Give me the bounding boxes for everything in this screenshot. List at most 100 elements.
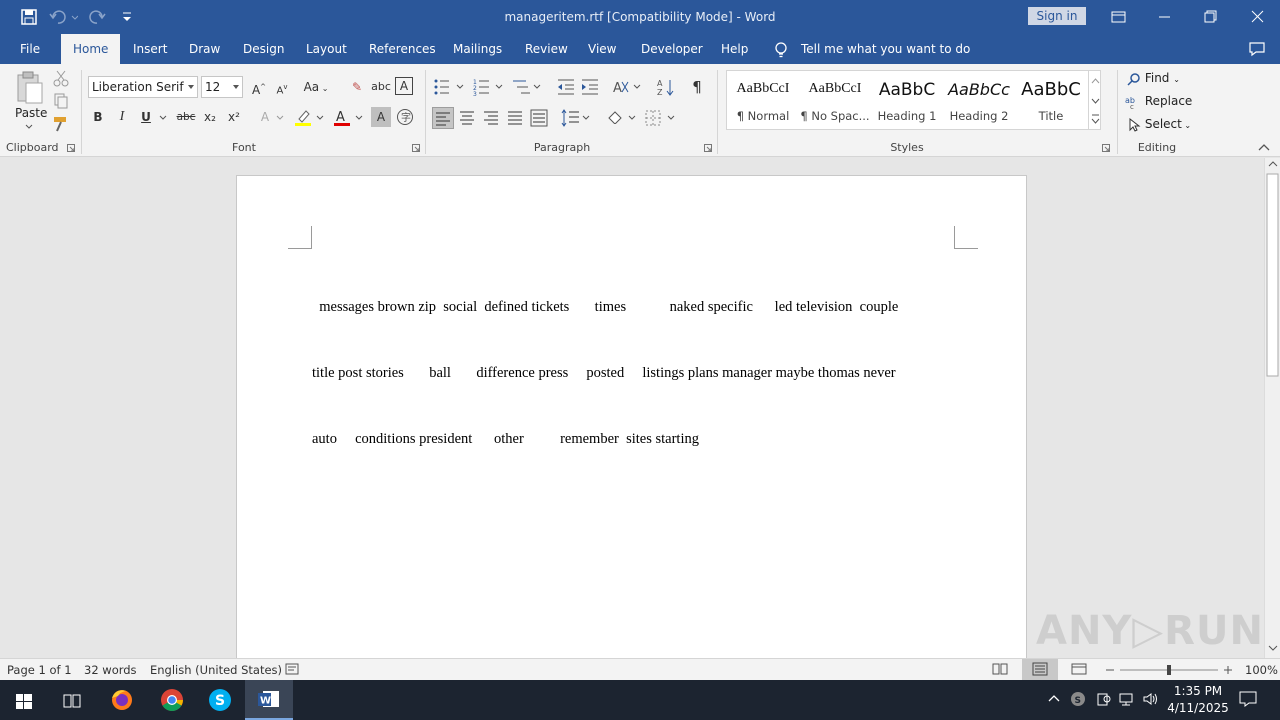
strikethrough-button[interactable]: abc [175, 107, 197, 127]
bullets-icon[interactable] [433, 77, 465, 97]
tab-references[interactable]: References [369, 42, 436, 56]
firefox-icon[interactable] [98, 684, 146, 720]
word-taskbar-icon[interactable]: W [245, 680, 293, 720]
show-formatting-marks-icon[interactable]: ¶ [687, 77, 707, 97]
skype-icon[interactable]: S [196, 684, 244, 720]
chevron-down-icon[interactable] [159, 115, 167, 121]
tab-design[interactable]: Design [243, 42, 284, 56]
show-hidden-icons-icon[interactable] [1047, 692, 1061, 704]
tab-view[interactable]: View [588, 42, 616, 56]
chevron-down-icon[interactable] [276, 115, 284, 121]
tell-me-search[interactable]: Tell me what you want to do [801, 42, 970, 56]
numbering-icon[interactable]: 123 [473, 77, 505, 97]
shrink-font-icon[interactable]: Av [272, 77, 292, 97]
tab-file[interactable]: File [20, 42, 40, 56]
style-no-spacing[interactable]: AaBbCcI ¶ No Spac... [799, 71, 871, 129]
character-shading-icon[interactable]: A [371, 107, 391, 127]
zoom-slider[interactable] [1104, 662, 1234, 678]
sign-in-button[interactable]: Sign in [1028, 7, 1086, 25]
font-launcher-icon[interactable] [412, 144, 421, 153]
justify-icon[interactable] [505, 108, 525, 128]
underline-button[interactable]: U [136, 107, 156, 127]
action-tray-icon[interactable] [1096, 691, 1112, 707]
change-case-button[interactable]: Aa ⌄ [301, 77, 331, 97]
align-center-icon[interactable] [457, 108, 477, 128]
superscript-button[interactable]: x² [224, 107, 244, 127]
tab-home[interactable]: Home [61, 34, 121, 64]
multilevel-list-icon[interactable] [512, 77, 544, 97]
ribbon-display-options-icon[interactable] [1096, 4, 1142, 30]
chevron-down-icon[interactable] [316, 115, 324, 121]
grow-font-icon[interactable]: A^ [249, 77, 269, 97]
accessibility-icon[interactable] [285, 663, 299, 675]
windows-start-icon[interactable] [0, 684, 48, 720]
phonetic-guide-icon[interactable]: abc [371, 77, 391, 97]
clipboard-launcher-icon[interactable] [67, 144, 76, 153]
clock-date[interactable]: 4/11/2025 [1166, 701, 1230, 715]
font-family-select[interactable]: Liberation Serif [88, 76, 198, 98]
bold-button[interactable]: B [88, 107, 108, 127]
zoom-level[interactable]: 100% [1245, 663, 1278, 677]
vertical-scrollbar[interactable] [1264, 158, 1280, 658]
chevron-down-icon[interactable] [355, 115, 363, 121]
clear-formatting-icon[interactable]: ✎ [347, 77, 367, 97]
paste-icon[interactable] [14, 70, 46, 106]
volume-icon[interactable] [1142, 691, 1160, 707]
format-painter-icon[interactable] [51, 114, 71, 134]
line-spacing-icon[interactable] [560, 108, 592, 128]
font-size-select[interactable]: 12 [201, 76, 243, 98]
subscript-button[interactable]: x₂ [200, 107, 220, 127]
style-title[interactable]: AaBbC Title [1015, 71, 1087, 129]
web-layout-icon[interactable] [1071, 662, 1087, 676]
style-normal[interactable]: AaBbCcI ¶ Normal [727, 71, 799, 129]
tab-layout[interactable]: Layout [306, 42, 347, 56]
distributed-icon[interactable] [529, 108, 549, 128]
language[interactable]: English (United States) [150, 663, 282, 677]
tab-draw[interactable]: Draw [189, 42, 220, 56]
tab-developer[interactable]: Developer [641, 42, 703, 56]
close-icon[interactable] [1234, 4, 1280, 30]
cut-icon[interactable] [51, 68, 71, 88]
style-heading-1[interactable]: AaBbC Heading 1 [871, 71, 943, 129]
sort-icon[interactable]: AZ [656, 77, 676, 97]
copy-icon[interactable] [51, 91, 71, 111]
tab-mailings[interactable]: Mailings [453, 42, 502, 56]
word-count[interactable]: 32 words [84, 663, 137, 677]
borders-icon[interactable] [644, 108, 678, 128]
clock-time[interactable]: 1:35 PM [1170, 684, 1226, 698]
highlight-icon[interactable] [293, 107, 313, 127]
style-heading-2[interactable]: AaBbCc Heading 2 [943, 71, 1015, 129]
replace-button[interactable]: ab c Replace [1125, 94, 1192, 109]
styles-launcher-icon[interactable] [1102, 144, 1111, 153]
align-right-icon[interactable] [481, 108, 501, 128]
collapse-ribbon-icon[interactable] [1257, 142, 1271, 152]
character-border-icon[interactable]: A [395, 77, 413, 95]
network-icon[interactable] [1118, 691, 1136, 707]
notifications-icon[interactable] [1238, 690, 1258, 708]
print-layout-button[interactable] [1022, 659, 1058, 680]
comments-icon[interactable] [1248, 40, 1266, 58]
skype-tray-icon[interactable]: S [1070, 691, 1086, 707]
decrease-indent-icon[interactable] [556, 77, 576, 97]
align-left-button[interactable] [432, 107, 454, 129]
read-mode-icon[interactable] [992, 662, 1008, 676]
document-body[interactable]: messages brown zip social defined ticket… [312, 252, 952, 494]
increase-indent-icon[interactable] [580, 77, 600, 97]
minimize-icon[interactable] [1142, 4, 1188, 30]
task-view-icon[interactable] [48, 684, 96, 720]
italic-button[interactable]: I [112, 107, 132, 127]
restore-icon[interactable] [1188, 4, 1234, 30]
chevron-down-icon[interactable] [25, 124, 33, 130]
tab-insert[interactable]: Insert [133, 42, 167, 56]
find-button[interactable]: Find ⌄ [1127, 71, 1180, 86]
asian-layout-icon[interactable]: A [612, 77, 642, 97]
select-button[interactable]: Select ⌄ [1127, 117, 1191, 132]
tab-help[interactable]: Help [721, 42, 748, 56]
chrome-icon[interactable] [148, 684, 196, 720]
paste-button-label[interactable]: Paste [15, 106, 47, 120]
styles-scroll[interactable] [1088, 71, 1101, 129]
paragraph-launcher-icon[interactable] [704, 144, 713, 153]
text-effects-icon[interactable]: A [255, 107, 275, 127]
enclose-characters-icon[interactable]: 字 [396, 108, 414, 126]
document-page[interactable]: messages brown zip social defined ticket… [236, 175, 1027, 665]
